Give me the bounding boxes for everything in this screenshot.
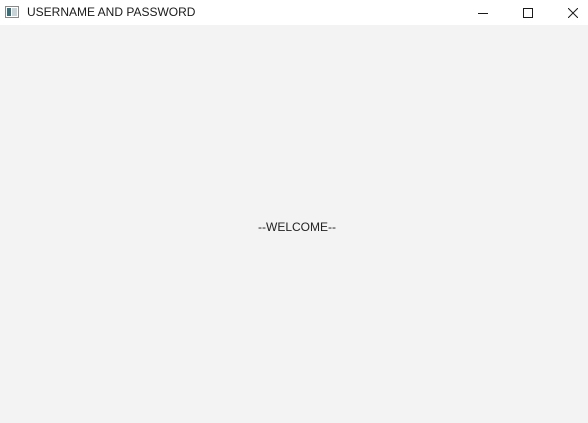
app-icon: [5, 5, 19, 18]
title-bar[interactable]: USERNAME AND PASSWORD: [0, 0, 588, 25]
welcome-label: --WELCOME--: [258, 220, 336, 234]
maximize-icon: [523, 7, 533, 18]
minimize-button[interactable]: [460, 0, 506, 25]
window-title: USERNAME AND PASSWORD: [27, 5, 196, 19]
app-window: USERNAME AND PASSWORD --WELCOME--: [0, 0, 588, 423]
close-button[interactable]: [550, 0, 588, 25]
maximize-button[interactable]: [505, 0, 551, 25]
minimize-icon: [478, 8, 488, 18]
content-panel: --WELCOME--: [0, 25, 588, 423]
close-icon: [568, 7, 578, 18]
